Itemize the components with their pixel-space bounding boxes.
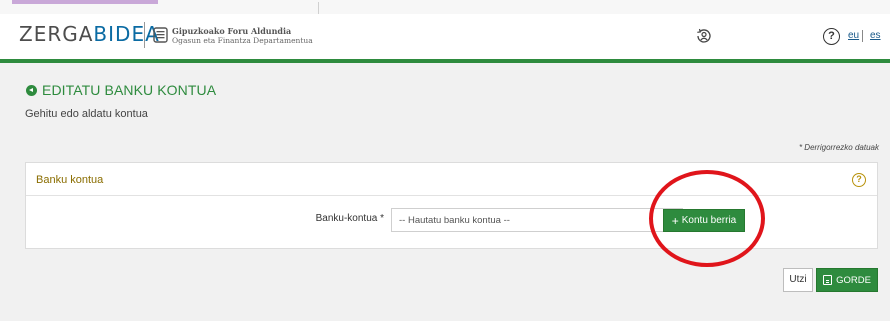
required-fields-note: * Derrigorrezko datuak <box>798 143 879 152</box>
bank-account-select[interactable]: -- Hautatu banku kontua -- <box>391 208 683 232</box>
lang-eu-link[interactable]: eu <box>848 30 859 41</box>
tab-accent <box>12 0 158 4</box>
browser-top-strip <box>0 0 890 14</box>
org-subtitle: Ogasun eta Finantza Departamentua <box>172 36 313 45</box>
logo-part1: ZERGA <box>19 22 94 46</box>
back-arrow-icon[interactable] <box>26 84 37 96</box>
org-title: Gipuzkoako Foru Aldundia <box>172 26 292 36</box>
user-sync-icon[interactable] <box>695 27 713 45</box>
bank-account-label: Banku-kontua * <box>315 213 384 224</box>
logo-divider <box>144 22 145 48</box>
help-icon[interactable]: ? <box>823 28 840 45</box>
panel-title: Banku kontua <box>36 174 104 186</box>
shield-icon <box>153 27 168 43</box>
save-button[interactable]: GORDE <box>816 268 878 292</box>
logo-part2: BIDEA <box>93 22 160 46</box>
header-divider <box>0 59 890 63</box>
save-label: GORDE <box>836 274 871 286</box>
zergabidea-logo[interactable]: ZERGABIDEA <box>19 23 160 45</box>
lang-es-link[interactable]: es <box>870 30 881 41</box>
save-icon <box>823 275 833 285</box>
page-title: EDITATU BANKU KONTUA <box>42 82 217 98</box>
highlight-annotation-circle <box>649 170 765 267</box>
page-subtitle: Gehitu edo aldatu kontua <box>25 108 148 120</box>
help-circle-icon[interactable]: ? <box>852 173 866 187</box>
tab-separator <box>318 2 319 14</box>
page-title-row: EDITATU BANKU KONTUA <box>26 82 216 98</box>
lang-separator <box>862 30 863 42</box>
cancel-button[interactable]: Utzi <box>783 268 813 292</box>
